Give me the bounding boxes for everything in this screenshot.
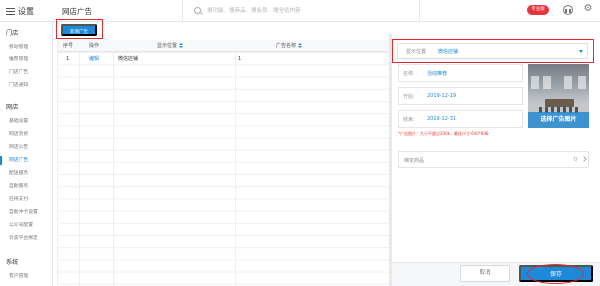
add-ad-button[interactable]: 新增广告 (61, 24, 97, 36)
sidebar-item-recommendation[interactable]: 推荐管理 (9, 55, 28, 62)
chevron-right-icon[interactable] (581, 156, 587, 162)
settings-label: 设置 (18, 6, 34, 16)
table-column-divider (113, 40, 114, 286)
customer-service-icon[interactable] (563, 5, 573, 15)
sidebar-item-store-announcement[interactable]: 网店公告 (9, 143, 28, 150)
table-header: 序号 操作 显示位置 广告名称 (58, 40, 390, 52)
sidebar-item-store-ads[interactable]: 门店广告 (9, 68, 28, 75)
cancel-button[interactable]: 取消 (460, 265, 510, 282)
sort-icon[interactable] (179, 43, 184, 48)
table-header-action: 操作 (89, 43, 100, 49)
start-date-label: 开始: (403, 94, 415, 100)
gear-icon[interactable]: ⚙ (583, 4, 593, 14)
sidebar-item-store-ads-online[interactable]: 网店广告 (0, 156, 28, 165)
image-window (531, 76, 539, 89)
ad-table: 序号 操作 显示位置 广告名称 1 编辑 微信店铺 1 (57, 40, 390, 286)
choose-ad-image-button[interactable]: 选择广告图片 (528, 112, 589, 128)
global-search (182, 0, 420, 22)
ad-image-upload[interactable]: 选择广告图片 (528, 64, 589, 128)
search-icon (194, 7, 201, 14)
sidebar-group-store: 门店 (6, 30, 19, 37)
table-cell-index: 1 (66, 56, 70, 62)
sidebar: 门店 移动管理 推荐管理 门店广告 门店通知 网店 基础设置 网店装修 网店公告… (0, 22, 53, 286)
bind-goods-count: 0 (574, 157, 578, 163)
table-column-divider (235, 40, 236, 286)
display-position-label: 显示位置 (406, 49, 427, 55)
ad-name-field[interactable]: 名称: 活动推荐 (398, 64, 523, 82)
sidebar-item-basic-settings[interactable]: 基础设置 (9, 117, 28, 124)
sidebar-item-official-account[interactable]: 公众号配置 (9, 221, 33, 228)
end-date-value[interactable]: 2019-12-31 (427, 116, 456, 122)
display-position-value[interactable]: 微信店铺 (438, 48, 458, 55)
sidebar-item-self-service[interactable]: 自助服务 (9, 182, 28, 189)
table-header-ad-name-label: 广告名称 (276, 43, 297, 49)
sidebar-item-online-payment[interactable]: 在线支付 (9, 195, 28, 202)
search-input[interactable] (207, 4, 407, 18)
page-title: 网店广告 (62, 7, 92, 16)
sidebar-item-store-decoration[interactable]: 网店装修 (9, 130, 28, 137)
edit-link[interactable]: 编辑 (89, 53, 99, 65)
end-date-field[interactable]: 结束: 2019-12-31 (398, 110, 523, 128)
sidebar-item-card-settings[interactable]: 自助冲卡设置 (9, 208, 38, 215)
table-column-divider (79, 40, 80, 286)
bind-goods-row[interactable]: 绑定商品 0 (398, 151, 589, 168)
start-date-field[interactable]: 开始: 2019-12-19 (398, 87, 523, 105)
sidebar-group-online-store: 网店 (6, 104, 19, 111)
end-date-label: 结束: (403, 117, 415, 123)
sort-icon[interactable] (298, 43, 303, 48)
start-date-value[interactable]: 2019-12-19 (427, 93, 456, 99)
table-cell-ad-name: 1 (238, 56, 242, 62)
image-window (564, 76, 572, 89)
ad-name-label: 名称: (403, 71, 415, 77)
sidebar-item-store-notice[interactable]: 门店通知 (9, 81, 28, 88)
top-navigation: 设置 网店广告 专业版 ⚙ (0, 0, 600, 22)
bind-goods-label: 绑定商品 (404, 158, 425, 164)
table-header-position[interactable]: 显示位置 (157, 40, 184, 52)
sidebar-item-delivery-platform[interactable]: 外卖平台绑定 (9, 234, 38, 241)
table-header-index: 序号 (63, 43, 74, 49)
ad-name-value[interactable]: 活动推荐 (427, 70, 447, 77)
image-window (543, 76, 551, 89)
image-conference-table (545, 99, 574, 107)
sidebar-item-delivery[interactable]: 配送服务 (9, 169, 28, 176)
table-cell-position: 微信店铺 (118, 56, 139, 62)
menu-icon (6, 7, 15, 15)
image-window (578, 76, 586, 89)
settings-menu-button[interactable]: 设置 (6, 4, 34, 18)
pro-version-badge[interactable]: 专业版 (527, 5, 549, 15)
display-position-select[interactable]: 显示位置 微信店铺 (397, 43, 588, 59)
sidebar-group-system: 系统 (6, 259, 19, 266)
image-size-note: *广告图片：大小不超过200k，最佳尺寸:640*848 (398, 131, 489, 136)
table-header-ad-name[interactable]: 广告名称 (276, 40, 303, 52)
save-button[interactable]: 保存 (519, 265, 593, 282)
sidebar-item-customer-management[interactable]: 客户管理 (9, 272, 28, 279)
sidebar-item-mobile-management[interactable]: 移动管理 (9, 43, 28, 50)
chevron-down-icon[interactable] (579, 50, 583, 53)
table-header-position-label: 显示位置 (157, 43, 178, 49)
